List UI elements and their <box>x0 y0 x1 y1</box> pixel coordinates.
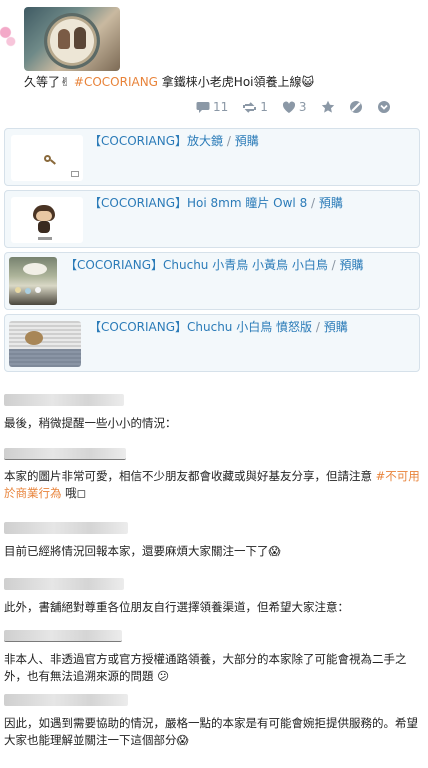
separator: / <box>223 134 235 148</box>
product-thumbnail <box>11 197 83 243</box>
separator: / <box>312 320 324 334</box>
product-name: Hoi 8mm 瞳片 Owl 8 <box>187 196 308 210</box>
hide-button[interactable] <box>349 100 363 114</box>
comment-button[interactable]: 11 <box>196 100 228 114</box>
angry-bird-figure <box>25 331 43 345</box>
figure-right <box>74 27 86 49</box>
post-photo[interactable] <box>24 7 120 71</box>
comment-text: 此外，書舖絕對尊重各位朋友自行選擇領養渠道，但希望大家注意： <box>4 600 349 614</box>
product-card[interactable]: 【COCORIANG】Chuchu 小白鳥 憤怒版 / 預購 <box>4 314 420 372</box>
product-name: Chuchu 小青鳥 小黃鳥 小白鳥 <box>163 258 328 272</box>
like-count: 3 <box>298 100 307 114</box>
product-thumbnail <box>9 321 81 367</box>
favorite-button[interactable] <box>321 100 335 114</box>
white-bird <box>35 287 41 293</box>
comment-text: 最後，稍微提醒一些小小的情況： <box>4 416 177 430</box>
blurred-username <box>4 694 128 706</box>
newspaper-shade <box>9 349 81 367</box>
comment-text-part: 哦◻ <box>61 486 87 500</box>
product-status: 預購 <box>339 258 364 272</box>
caption-suffix: 拿鐵梾小老虎Hoi領養上線 <box>157 75 302 89</box>
comment: 最後，稍微提醒一些小小的情況： <box>4 394 424 432</box>
chevron-down-icon <box>377 101 390 113</box>
share-count: 1 <box>260 100 268 114</box>
like-button[interactable]: 3 <box>282 100 307 114</box>
comment: 此外，書舖絕對尊重各位朋友自行選擇領養渠道，但希望大家注意： <box>4 578 424 616</box>
comment-text: 因此，如遇到需要協助的情況，嚴格一點的本家是有可能會婉拒提供服務的。希望大家也能… <box>4 716 418 747</box>
separator: / <box>307 196 319 210</box>
comment-text: 本家的圖片非常可愛，相信不少朋友都會收藏或與好基友分享，但請注意 #不可用於商業… <box>4 468 424 502</box>
product-title: 【COCORIANG】Hoi 8mm 瞳片 Owl 8 / 預購 <box>89 195 343 211</box>
blurred-username <box>4 630 122 642</box>
blurred-username <box>4 394 124 406</box>
comment-count: 11 <box>213 100 229 114</box>
blurred-username <box>4 448 126 460</box>
magnifier-handle <box>50 159 56 165</box>
share-button[interactable]: 1 <box>242 100 268 114</box>
caption-prefix: 久等了 <box>24 75 61 89</box>
package-icon <box>71 171 79 177</box>
doll-label <box>38 237 52 240</box>
product-card[interactable]: 【COCORIANG】放大鏡 / 預購 <box>4 128 420 186</box>
figure-left <box>58 29 70 49</box>
more-button[interactable] <box>377 100 391 114</box>
product-brand: 【COCORIANG】 <box>65 258 164 272</box>
blurred-username <box>4 578 124 590</box>
product-status: 預購 <box>323 320 348 334</box>
comment-text: 非本人、非透過官方或官方授權通路領養，大部分的本家除了可能會視為二手之外，也有無… <box>4 652 407 683</box>
doll-face <box>36 211 52 221</box>
comment-text: 目前已經將情況回報本家，還要麻煩大家關注一下了😱 <box>4 544 281 558</box>
product-status: 預購 <box>318 196 343 210</box>
product-brand: 【COCORIANG】 <box>89 134 188 148</box>
blurred-username <box>4 522 128 534</box>
doll-body <box>38 221 50 233</box>
post-action-bar: 11 1 3 <box>196 99 405 115</box>
hand-emoji: ✌ <box>60 75 71 89</box>
product-thumbnail <box>9 257 57 305</box>
product-brand: 【COCORIANG】 <box>89 320 188 334</box>
product-status: 預購 <box>234 134 259 148</box>
comment: 目前已經將情況回報本家，還要麻煩大家關注一下了😱 <box>4 522 424 560</box>
product-title: 【COCORIANG】Chuchu 小青鳥 小黃鳥 小白鳥 / 預購 <box>65 257 364 273</box>
comment: 因此，如遇到需要協助的情況，嚴格一點的本家是有可能會婉拒提供服務的。希望大家也能… <box>4 694 424 749</box>
product-name: Chuchu 小白鳥 憤怒版 <box>187 320 313 334</box>
product-card[interactable]: 【COCORIANG】Hoi 8mm 瞳片 Owl 8 / 預購 <box>4 190 420 248</box>
product-title: 【COCORIANG】放大鏡 / 預購 <box>89 133 259 149</box>
cat-emoji: 😺 <box>301 75 315 89</box>
corner-decoration <box>0 22 18 48</box>
comment-text-part: 本家的圖片非常可愛，相信不少朋友都會收藏或與好基友分享，但請注意 <box>4 469 376 483</box>
plate-shape <box>23 263 47 275</box>
product-name: 放大鏡 <box>187 134 224 148</box>
product-title: 【COCORIANG】Chuchu 小白鳥 憤怒版 / 預購 <box>89 319 348 335</box>
heart-icon <box>282 101 295 113</box>
hashtag-link[interactable]: #COCORIANG <box>74 75 158 89</box>
clock-dial <box>44 13 100 69</box>
blue-bird <box>25 288 31 294</box>
product-brand: 【COCORIANG】 <box>89 196 188 210</box>
repost-icon <box>243 101 257 113</box>
product-card[interactable]: 【COCORIANG】Chuchu 小青鳥 小黃鳥 小白鳥 / 預購 <box>4 252 420 310</box>
comment: 非本人、非透過官方或官方授權通路領養，大部分的本家除了可能會視為二手之外，也有無… <box>4 630 424 685</box>
product-thumbnail <box>11 135 83 181</box>
separator: / <box>327 258 340 272</box>
comment-icon <box>196 101 210 113</box>
star-icon <box>321 100 334 113</box>
block-icon <box>349 101 362 113</box>
comment: 本家的圖片非常可愛，相信不少朋友都會收藏或與好基友分享，但請注意 #不可用於商業… <box>4 448 424 502</box>
yellow-bird <box>15 287 21 293</box>
post-caption: 久等了✌ #COCORIANG 拿鐵梾小老虎Hoi領養上線😺 <box>24 74 314 90</box>
